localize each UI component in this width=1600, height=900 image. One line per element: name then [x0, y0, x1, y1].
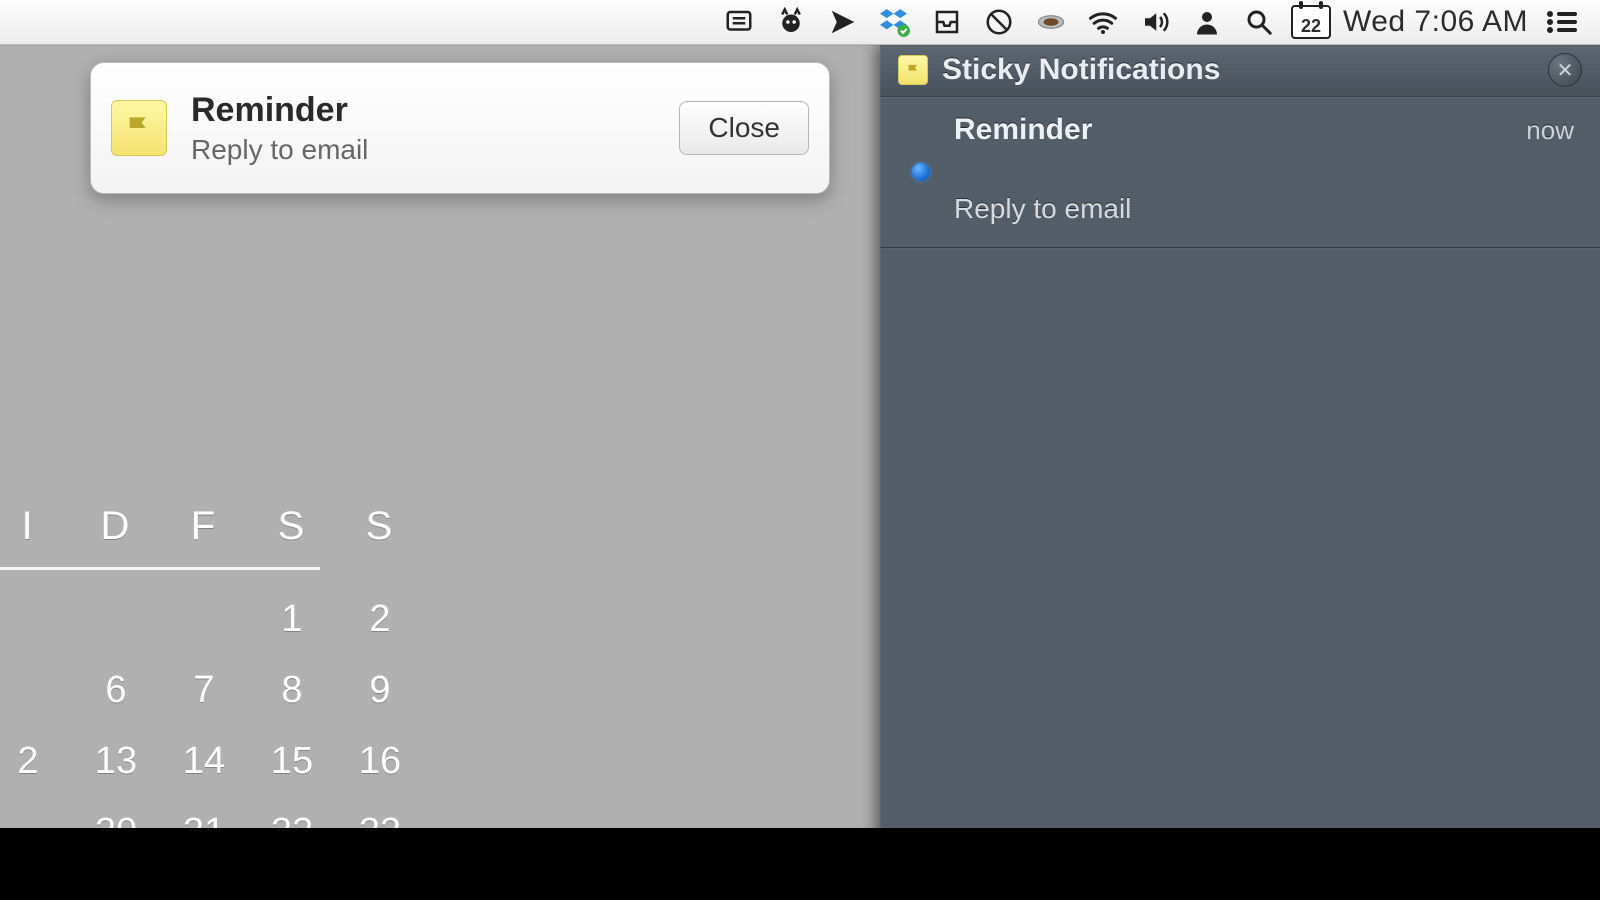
close-button[interactable]: Close: [679, 101, 809, 155]
nc-item-title: Reminder: [906, 113, 1526, 147]
calendar-row: 2 13 14 15 16: [0, 740, 402, 783]
wifi-icon[interactable]: [1077, 0, 1129, 44]
calendar-date-badge: 22: [1291, 5, 1331, 39]
dropbox-icon[interactable]: [869, 0, 921, 44]
nc-section-title: Sticky Notifications: [942, 53, 1548, 87]
banner-text: Reminder Reply to email: [191, 91, 679, 166]
menubar-calendar-icon[interactable]: 22: [1285, 0, 1337, 44]
nc-notification-item[interactable]: Reminder now Reply to email: [880, 97, 1600, 248]
app-creature-icon[interactable]: [765, 0, 817, 44]
calendar-day-headers: I D F S S: [0, 504, 402, 549]
day-header: I: [6, 504, 50, 549]
flag-icon: [898, 55, 928, 85]
search-icon[interactable]: [1233, 0, 1285, 44]
banner-body: Reply to email: [191, 134, 679, 166]
caffeine-cup-icon[interactable]: [1025, 0, 1077, 44]
day-header: S: [358, 504, 402, 549]
clear-section-button[interactable]: ✕: [1548, 53, 1582, 87]
user-icon[interactable]: [1181, 0, 1233, 44]
unread-dot-icon: [912, 163, 930, 181]
day-header: S: [270, 504, 314, 549]
nc-item-timestamp: now: [1526, 115, 1574, 146]
document-icon[interactable]: [713, 0, 765, 44]
notification-center-panel: Sticky Notifications ✕ Reminder now Repl…: [880, 44, 1600, 900]
notification-center-icon[interactable]: [1536, 0, 1588, 44]
day-header: D: [94, 504, 138, 549]
notification-banner[interactable]: Reminder Reply to email Close: [90, 62, 830, 194]
volume-icon[interactable]: [1129, 0, 1181, 44]
calendar-row: 1 2: [0, 598, 402, 641]
flag-icon: [111, 100, 167, 156]
menubar: 22 Wed 7:06 AM: [0, 0, 1600, 45]
do-not-disturb-icon[interactable]: [973, 0, 1025, 44]
cursor-send-icon[interactable]: [817, 0, 869, 44]
calendar-row: 6 7 8 9: [0, 669, 402, 712]
nc-section-header: Sticky Notifications ✕: [880, 44, 1600, 97]
desktop-calendar-widget: I D F S S 1 2 6 7 8 9 2 13 14 15 16: [0, 504, 402, 854]
letterbox: [0, 828, 1600, 900]
menubar-clock[interactable]: Wed 7:06 AM: [1337, 5, 1536, 39]
nc-item-body: Reply to email: [906, 193, 1574, 225]
inbox-icon[interactable]: [921, 0, 973, 44]
banner-title: Reminder: [191, 91, 679, 130]
day-header: F: [182, 504, 226, 549]
